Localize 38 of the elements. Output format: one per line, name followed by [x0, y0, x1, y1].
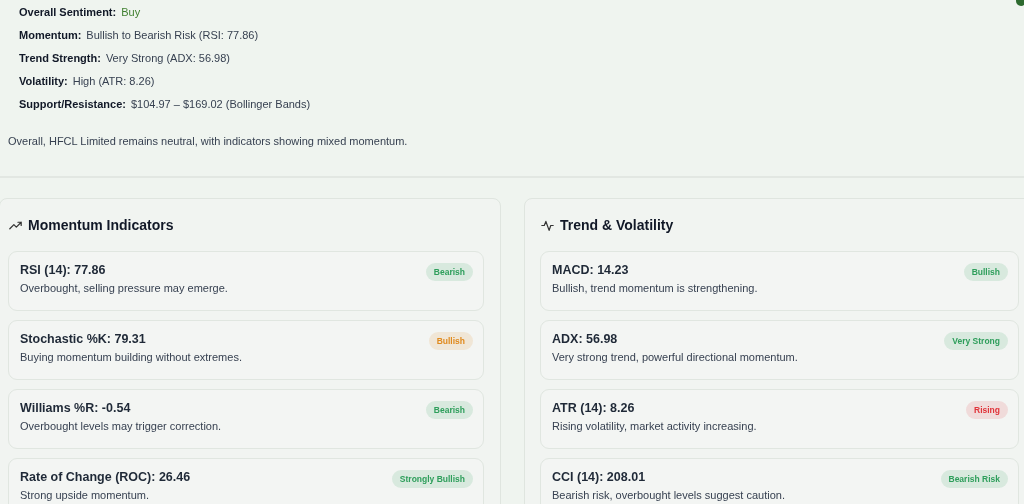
signal-badge: Strongly Bullish	[391, 470, 473, 488]
indicator-value: Williams %R: -0.54	[20, 401, 132, 415]
indicator-value: Stochastic %K: 79.31	[20, 332, 147, 346]
pulse-icon	[541, 218, 554, 232]
summary-label: Trend Strength:	[19, 51, 101, 64]
summary-label: Overall Sentiment:	[19, 5, 117, 18]
summary-label: Momentum:	[19, 28, 82, 41]
indicator-description: Buying momentum building without extremes.	[20, 351, 242, 363]
indicator-value: CCI (14): 208.01	[552, 470, 647, 484]
summary-value: $104.97 – $169.02 (Bollinger Bands)	[130, 97, 311, 110]
summary-label: Volatility:	[19, 74, 68, 87]
indicator-description: Bearish risk, overbought levels suggest caution.	[552, 489, 785, 501]
indicator-description: Rising volatility, market activity increasing.	[552, 420, 757, 432]
indicator-value: Rate of Change (ROC): 26.46	[20, 470, 191, 484]
indicator-value: ADX: 56.98	[552, 332, 619, 346]
indicator-description: Overbought levels may trigger correction.	[20, 420, 222, 432]
panel-title: Momentum Indicators	[28, 217, 174, 233]
signal-badge: Bullish	[963, 263, 1008, 281]
summary-value: Bullish to Bearish Risk (RSI: 77.86)	[86, 28, 259, 41]
indicator-description: Bullish, trend momentum is strengthening.	[552, 282, 758, 294]
signal-badge: Bearish Risk	[940, 470, 1008, 488]
summary-value: High (ATR: 8.26)	[72, 74, 155, 87]
signal-badge: Very Strong	[944, 332, 1008, 350]
indicator-description: Overbought, selling pressure may emerge.	[20, 282, 228, 294]
indicator-description: Very strong trend, powerful directional momentum.	[552, 351, 798, 363]
signal-badge: Rising	[966, 401, 1008, 419]
summary-label: Support/Resistance:	[19, 97, 126, 110]
summary-paragraph: Overall, HFCL Limited remains neutral, with indicators showing mixed momentum.	[8, 135, 409, 147]
signal-badge: Bearish	[425, 263, 473, 281]
signal-badge: Bullish	[428, 332, 473, 350]
indicator-value: ATR (14): 8.26	[552, 401, 636, 415]
indicator-value: MACD: 14.23	[552, 263, 630, 277]
summary-value: Buy	[121, 5, 141, 18]
indicator-value: RSI (14): 77.86	[20, 263, 107, 277]
panel-title: Trend & Volatility	[560, 217, 674, 233]
signal-badge: Bearish	[425, 401, 473, 419]
summary-value: Very Strong (ADX: 56.98)	[105, 51, 230, 64]
indicator-description: Strong upside momentum.	[20, 489, 150, 501]
